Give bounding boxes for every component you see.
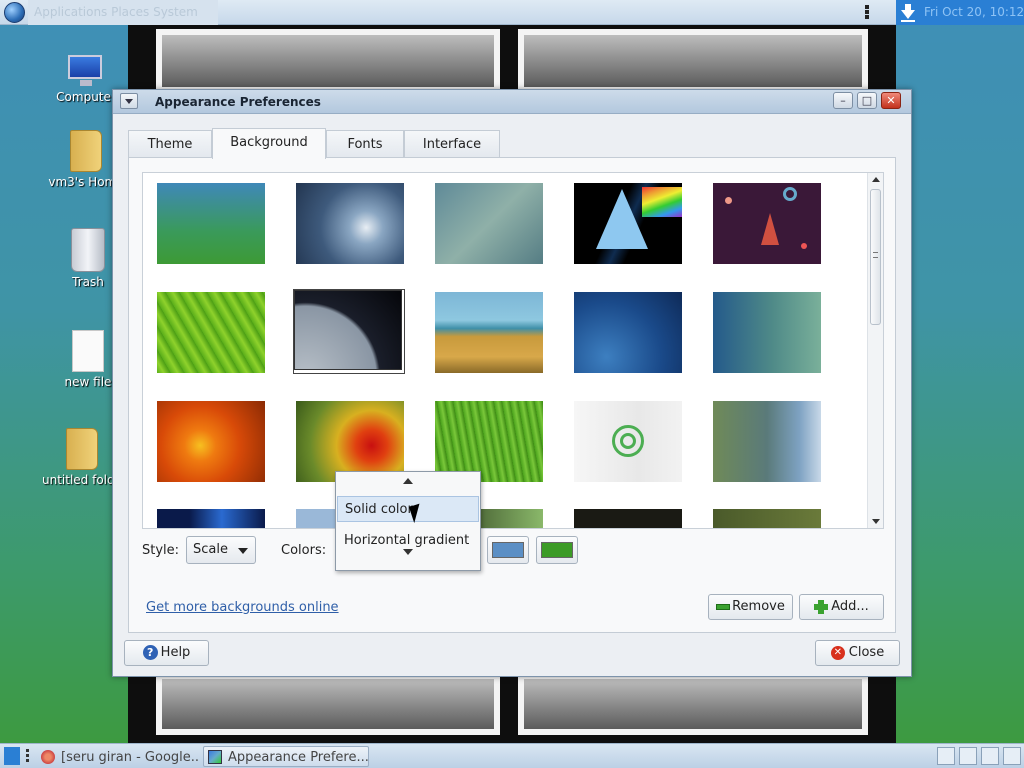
wallpaper-thumbnail[interactable] [157, 401, 265, 482]
dialog-title: Appearance Preferences [155, 95, 321, 109]
tab-theme[interactable]: Theme [128, 130, 212, 158]
colors-label: Colors: [281, 543, 327, 558]
primary-color-button[interactable] [487, 536, 529, 564]
wallpaper-thumbnail-selected[interactable] [293, 289, 405, 374]
wallpaper-thumbnail[interactable] [296, 183, 404, 264]
wallpaper-thumbnail[interactable] [713, 401, 821, 482]
help-icon: ? [142, 645, 158, 660]
secondary-color-button[interactable] [536, 536, 578, 564]
wallpaper-thumbnail[interactable] [157, 509, 265, 528]
window-menu-icon[interactable] [120, 93, 138, 109]
folder-icon [66, 428, 98, 470]
primary-color-swatch [492, 542, 524, 558]
wallpaper-thumbnail[interactable] [713, 292, 821, 373]
remove-button[interactable]: Remove [708, 594, 793, 620]
workspace-2[interactable] [959, 747, 977, 765]
wallpaper-thumbnail[interactable] [574, 292, 682, 373]
computer-icon [66, 55, 106, 87]
style-combobox[interactable]: Scale [186, 536, 256, 564]
add-button-label: Add... [831, 599, 869, 614]
bottom-taskbar: [seru giran - Google... Appearance Prefe… [0, 743, 1024, 768]
close-icon: ✕ [830, 645, 845, 660]
home-folder-icon [70, 130, 102, 172]
start-menu-icon[interactable] [4, 2, 25, 23]
wallpaper-thumbnail[interactable] [435, 292, 543, 373]
wallpaper-thumbnail[interactable] [713, 509, 821, 528]
wallpaper-thumbnail[interactable] [574, 509, 682, 528]
close-window-icon[interactable]: ✕ [881, 92, 901, 109]
wallpaper-thumbnail[interactable] [574, 183, 682, 264]
menu-scroll-up-icon[interactable] [403, 478, 413, 484]
close-button[interactable]: ✕ Close [815, 640, 900, 666]
top-panel: Applications Places System Fri Oct 20, 1… [0, 0, 1024, 25]
minimize-icon[interactable]: – [833, 92, 853, 109]
taskbar-handle-icon [26, 749, 30, 765]
tab-interface[interactable]: Interface [404, 130, 500, 158]
appearance-preferences-dialog: Appearance Preferences – □ ✕ Theme Backg… [112, 89, 912, 677]
top-menu-bar[interactable]: Applications Places System [28, 0, 218, 25]
panel-handle-icon [862, 4, 872, 22]
menu-scroll-down-icon[interactable] [403, 549, 413, 555]
secondary-color-swatch [541, 542, 573, 558]
file-icon [72, 330, 104, 372]
trash-icon [71, 228, 105, 272]
wallpaper-thumbnail[interactable] [157, 183, 265, 264]
scroll-up-icon[interactable] [872, 177, 880, 182]
task-label: Appearance Prefere... [228, 750, 369, 765]
add-icon [814, 599, 829, 614]
scroll-thumb[interactable] [870, 189, 881, 325]
add-button[interactable]: Add... [799, 594, 884, 620]
remove-icon [716, 603, 731, 610]
wallpaper-thumbnail[interactable] [435, 401, 543, 482]
task-label: [seru giran - Google... [61, 750, 200, 765]
workspace-3[interactable] [981, 747, 999, 765]
desktop-icon-untitled-folder[interactable]: untitled folder [42, 428, 122, 487]
wallpaper-thumbnail[interactable] [435, 183, 543, 264]
maximize-icon[interactable]: □ [857, 92, 877, 109]
get-more-backgrounds-link[interactable]: Get more backgrounds online [146, 600, 339, 615]
style-label: Style: [142, 543, 180, 558]
color-type-dropdown-menu: Solid color Horizontal gradient [335, 471, 481, 571]
wallpaper-thumbnail[interactable] [296, 401, 404, 482]
dialog-titlebar[interactable]: Appearance Preferences – □ ✕ [113, 90, 911, 114]
tab-background[interactable]: Background [212, 128, 326, 159]
wallpaper-thumbnail[interactable] [713, 183, 821, 264]
desktop-icon-label: untitled folder [42, 473, 122, 487]
help-button[interactable]: ? Help [124, 640, 209, 666]
wallpaper-thumbnail[interactable] [157, 292, 265, 373]
wallpaper-thumbnail[interactable] [574, 401, 682, 482]
chevron-down-icon [238, 548, 248, 554]
tab-fonts[interactable]: Fonts [326, 130, 404, 158]
workspace-1[interactable] [937, 747, 955, 765]
wallpaper-grid[interactable] [142, 172, 884, 529]
help-button-label: Help [160, 645, 191, 660]
taskbar-task-browser[interactable]: [seru giran - Google... [36, 746, 200, 767]
menu-item-solid-color[interactable]: Solid color [337, 496, 479, 522]
remove-button-label: Remove [732, 599, 785, 614]
scroll-down-icon[interactable] [872, 519, 880, 524]
close-button-label: Close [848, 645, 885, 660]
taskbar-task-appearance[interactable]: Appearance Prefere... [203, 746, 369, 767]
download-icon[interactable] [896, 0, 920, 25]
workspace-4[interactable] [1003, 747, 1021, 765]
grid-scrollbar[interactable] [867, 173, 883, 528]
style-value: Scale [193, 542, 228, 557]
appearance-app-icon [208, 750, 222, 764]
show-desktop-icon[interactable] [4, 747, 20, 765]
browser-icon [41, 750, 55, 764]
panel-clock[interactable]: Fri Oct 20, 10:12 [920, 0, 1024, 25]
